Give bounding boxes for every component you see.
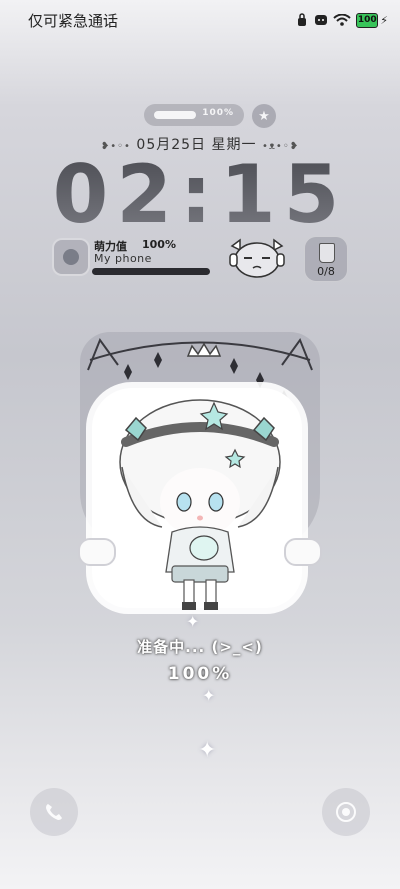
status-icons: 100 ⚡: [295, 11, 388, 29]
camera-icon: [336, 802, 356, 822]
progress-pill[interactable]: 100%: [144, 104, 244, 126]
battery-level: 100: [356, 12, 379, 28]
battery-icon: 100 ⚡: [356, 12, 388, 28]
alarm-icon: [298, 13, 307, 26]
star-icon[interactable]: ★: [252, 104, 276, 128]
wifi-icon: [333, 14, 351, 26]
cute-value: 100%: [142, 238, 176, 251]
loading-percent: 100%: [167, 664, 233, 684]
camera-shortcut-button[interactable]: [322, 788, 370, 836]
water-cup-widget[interactable]: 0/8: [304, 236, 348, 282]
message-icon: [315, 15, 328, 25]
mascot-face-icon[interactable]: [226, 238, 288, 280]
cat-widget-icon[interactable]: [52, 238, 90, 276]
cloud-left-icon: [78, 538, 116, 566]
pill-text: 100%: [202, 108, 234, 118]
carrier-text: 仅可紧急通话: [28, 12, 119, 30]
charging-icon: ⚡: [380, 13, 388, 27]
sparkle-icon: ✦: [186, 612, 200, 631]
phone-name: My phone: [94, 252, 152, 265]
phone-shortcut-button[interactable]: [30, 788, 78, 836]
pill-progress-bar: [154, 111, 196, 119]
character-illustration[interactable]: [92, 352, 308, 622]
sparkle-icon: ✦: [202, 686, 216, 705]
phone-icon: [46, 804, 62, 820]
clock-time: 02:15: [0, 148, 400, 241]
cloud-right-icon: [284, 538, 322, 566]
sparkle-icon: ✦: [198, 738, 217, 763]
status-bar: 仅可紧急通话 100 ⚡: [0, 0, 400, 40]
cute-progress-bar: [92, 268, 210, 275]
cup-count: 0/8: [317, 265, 335, 278]
loading-status: 准备中... (>_<): [137, 638, 263, 656]
cup-icon: [319, 243, 335, 263]
